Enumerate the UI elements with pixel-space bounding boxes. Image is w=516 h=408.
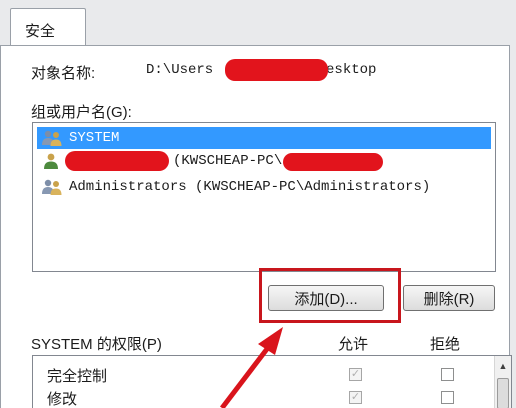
object-path-prefix: D:\Users [146, 62, 214, 78]
annotation-highlight-box [259, 268, 401, 323]
remove-button[interactable]: 删除(R) [403, 285, 495, 311]
tab-strip: 安全 [0, 0, 516, 46]
redaction-mark [65, 151, 169, 171]
permission-full-control: 完全控制 [47, 368, 108, 385]
single-user-icon [44, 153, 58, 169]
list-item-label: Administrators (KWSCHEAP-PC\Administrato… [69, 179, 431, 195]
allow-column-header: 允许 [338, 336, 369, 353]
deny-column-header: 拒绝 [430, 336, 461, 353]
permissions-title: SYSTEM 的权限(P) [31, 336, 162, 353]
object-name-label: 对象名称: [31, 65, 96, 82]
deny-modify-checkbox[interactable] [441, 391, 454, 404]
group-user-label: 组或用户名(G): [31, 104, 132, 121]
remove-button-label: 删除(R) [423, 290, 475, 308]
permissions-list: 完全控制 ✓ 修改 ✓ ▲ [32, 355, 512, 408]
allow-full-control-checkbox[interactable]: ✓ [349, 368, 362, 381]
list-item-administrators[interactable]: Administrators (KWSCHEAP-PC\Administrato… [37, 176, 491, 198]
permissions-scrollbar[interactable]: ▲ [494, 356, 511, 408]
list-item-label: SYSTEM [69, 130, 120, 146]
tab-security[interactable]: 安全 [10, 8, 86, 46]
tab-security-label: 安全 [25, 23, 56, 40]
scroll-thumb[interactable] [497, 378, 509, 408]
allow-modify-checkbox[interactable]: ✓ [349, 391, 362, 404]
group-users-icon [42, 179, 62, 195]
redaction-mark [225, 59, 328, 81]
group-users-icon [42, 130, 62, 146]
redaction-mark [283, 153, 383, 171]
group-user-listbox[interactable]: SYSTEM (KWSCHEAP-PC\ Administrators (KWS… [32, 122, 496, 272]
deny-full-control-checkbox[interactable] [441, 368, 454, 381]
permission-modify: 修改 [47, 391, 78, 408]
list-item-system[interactable]: SYSTEM [37, 127, 491, 149]
list-item-label: (KWSCHEAP-PC\ [173, 153, 283, 169]
scroll-up-icon[interactable]: ▲ [497, 358, 509, 374]
